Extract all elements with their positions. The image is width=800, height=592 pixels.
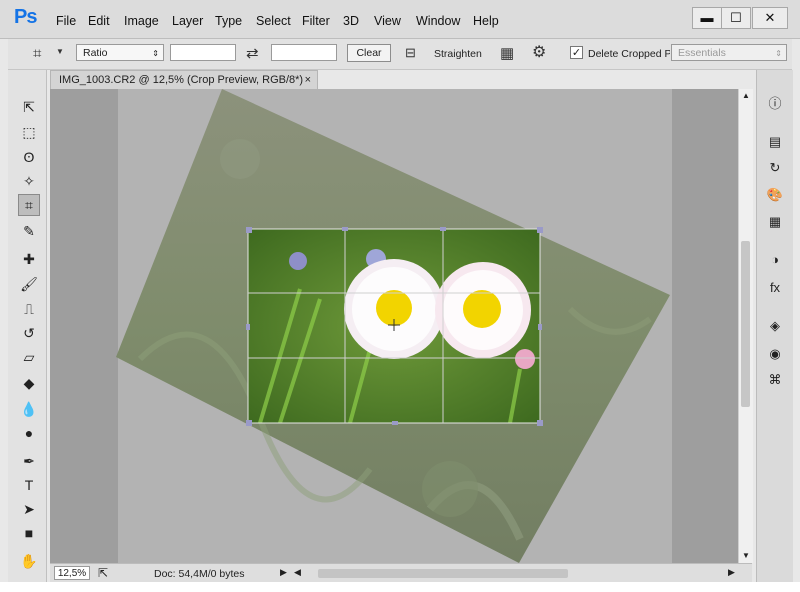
status-bar: 12,5% ⇱ Doc: 54,4M/0 bytes ▶ ◀ ▶ <box>50 563 752 583</box>
grid-icon[interactable]: ▦ <box>765 212 785 232</box>
clone-stamp-icon[interactable]: ⎍ <box>18 298 40 320</box>
menu-bar: Ps File Edit Image Layer Type Select Fil… <box>0 0 800 39</box>
brush-icon[interactable]: 🖌 <box>18 273 40 295</box>
history-icon[interactable]: ↻ <box>765 158 785 178</box>
channels-icon[interactable]: ◉ <box>765 344 785 364</box>
scroll-left-icon[interactable]: ◀ <box>294 567 301 578</box>
quick-select-icon[interactable]: ✧ <box>18 170 40 192</box>
clear-button[interactable]: Clear <box>347 44 391 62</box>
maximize-button[interactable]: ☐ <box>721 7 751 29</box>
close-tab-icon[interactable]: × <box>305 71 311 90</box>
menu-3d[interactable]: 3D <box>343 14 359 28</box>
menu-image[interactable]: Image <box>124 14 159 28</box>
doc-info[interactable]: Doc: 54,4M/0 bytes <box>154 568 244 580</box>
zoom-field[interactable]: 12,5% <box>54 566 90 580</box>
type-icon[interactable]: T <box>18 474 40 496</box>
crop-icon[interactable]: ⌗ <box>18 194 40 216</box>
panel-dock: ⓘ ▤ ↻ 🎨 ▦ ◑ fx ◈ ◉ ⌘ <box>756 70 793 582</box>
workspace-select-value: Essentials <box>678 47 726 59</box>
app-logo: Ps <box>14 6 37 28</box>
document-tab-title: IMG_1003.CR2 @ 12,5% (Crop Preview, RGB/… <box>59 74 304 86</box>
crop-width-input[interactable] <box>170 44 236 61</box>
menu-view[interactable]: View <box>374 14 401 28</box>
blur-icon[interactable]: 💧 <box>18 398 40 420</box>
paint-bucket-icon[interactable]: ◆ <box>18 372 40 394</box>
crop-height-input[interactable] <box>271 44 337 61</box>
swatches-icon[interactable]: 🎨 <box>765 185 785 205</box>
straighten-label[interactable]: Straighten <box>434 48 482 60</box>
chevron-down-icon[interactable]: ▼ <box>56 48 64 56</box>
chevron-updown-icon: ⇕ <box>152 49 159 58</box>
eyedropper-icon[interactable]: ✎ <box>18 220 40 242</box>
daisy-flower <box>344 259 444 359</box>
export-icon[interactable]: ⇱ <box>98 566 108 580</box>
menu-layer[interactable]: Layer <box>172 14 203 28</box>
pen-icon[interactable]: ✒ <box>18 450 40 472</box>
menu-type[interactable]: Type <box>215 14 242 28</box>
delete-cropped-checkbox[interactable]: ✓ <box>570 46 583 59</box>
delete-cropped-label: Delete Cropped Pix <box>588 48 670 60</box>
menu-filter[interactable]: Filter <box>302 14 330 28</box>
daisy-flower <box>435 262 531 358</box>
workspace-select[interactable]: Essentials ⇕ <box>671 44 787 61</box>
menu-file[interactable]: File <box>56 14 76 28</box>
scroll-right-icon[interactable]: ▶ <box>728 567 735 578</box>
minimize-button[interactable]: ▬ <box>692 7 722 29</box>
scroll-down-icon[interactable]: ▼ <box>742 551 750 560</box>
menu-window[interactable]: Window <box>416 14 460 28</box>
styles-icon[interactable]: fx <box>765 278 785 298</box>
hand-icon[interactable]: ✋ <box>18 550 40 572</box>
lasso-icon[interactable]: ʘ <box>18 146 40 168</box>
options-bar: ⌗ ▼ Ratio ⇕ ⇄ Clear ⊟ Straighten ▦ ⚙ ✓ D… <box>8 39 792 70</box>
histogram-icon[interactable]: ▤ <box>765 132 785 152</box>
rectangle-icon[interactable]: ■ <box>18 522 40 544</box>
adjustments-icon[interactable]: ◑ <box>765 250 785 270</box>
marquee-icon[interactable]: ⬚ <box>18 121 40 143</box>
menu-help[interactable]: Help <box>473 14 499 28</box>
vertical-scrollbar[interactable]: ▲ ▼ <box>738 89 753 563</box>
scroll-up-icon[interactable]: ▲ <box>742 91 750 100</box>
straighten-icon[interactable]: ⊟ <box>405 46 416 59</box>
settings-gear-icon[interactable]: ⚙ <box>532 45 546 61</box>
swap-icon[interactable]: ⇄ <box>246 46 259 61</box>
tools-panel: ⇱ ⬚ ʘ ✧ ⌗ ✎ ✚ 🖌 ⎍ ↺ ▱ ◆ 💧 ● ✒ T ➤ ■ ✋ <box>8 70 47 582</box>
history-brush-icon[interactable]: ↺ <box>18 322 40 344</box>
layers-icon[interactable]: ◈ <box>765 316 785 336</box>
move-icon[interactable]: ⇱ <box>18 96 40 118</box>
menu-select[interactable]: Select <box>256 14 291 28</box>
healing-icon[interactable]: ✚ <box>18 248 40 270</box>
info-icon[interactable]: ⓘ <box>765 94 785 114</box>
eraser-icon[interactable]: ▱ <box>18 346 40 368</box>
overlay-grid-icon[interactable]: ▦ <box>500 46 514 61</box>
chevron-updown-icon: ⇕ <box>775 49 782 58</box>
ratio-select-value: Ratio <box>83 47 108 59</box>
ratio-select[interactable]: Ratio ⇕ <box>76 44 164 61</box>
canvas-area[interactable] <box>50 89 738 563</box>
crop-tool-preset-icon[interactable]: ⌗ <box>33 46 41 61</box>
paths-icon[interactable]: ⌘ <box>765 370 785 390</box>
path-select-icon[interactable]: ➤ <box>18 498 40 520</box>
status-menu-icon[interactable]: ▶ <box>280 567 287 578</box>
scroll-thumb[interactable] <box>741 241 750 407</box>
menu-edit[interactable]: Edit <box>88 14 110 28</box>
background-webpage-strip <box>0 582 800 592</box>
dodge-icon[interactable]: ● <box>18 422 40 444</box>
horizontal-scroll-thumb[interactable] <box>318 569 568 578</box>
document-tab[interactable]: IMG_1003.CR2 @ 12,5% (Crop Preview, RGB/… <box>50 70 318 89</box>
close-window-button[interactable]: ✕ <box>752 7 788 29</box>
crop-preview[interactable] <box>50 89 738 563</box>
